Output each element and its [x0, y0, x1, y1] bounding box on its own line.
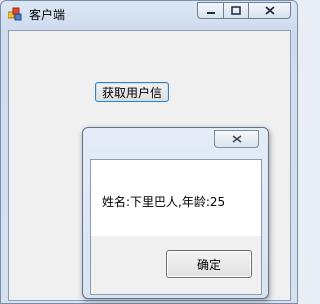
minimize-icon	[206, 11, 215, 14]
message-box-client: 姓名:下里巴人,年龄:25 确定	[90, 159, 262, 295]
minimize-button[interactable]	[197, 2, 223, 19]
title-bar[interactable]: 客户端	[1, 1, 297, 27]
close-button[interactable]	[248, 2, 291, 19]
maximize-icon	[231, 6, 241, 15]
app-icon	[8, 7, 22, 21]
message-box: 姓名:下里巴人,年龄:25 确定	[82, 127, 269, 299]
close-icon	[232, 135, 241, 143]
ok-button[interactable]: 确定	[166, 250, 252, 278]
window-title: 客户端	[29, 8, 66, 22]
get-user-info-button[interactable]: 获取用户信	[95, 82, 169, 102]
close-icon	[264, 6, 275, 15]
message-panel: 姓名:下里巴人,年龄:25	[91, 160, 261, 236]
caption-buttons	[197, 2, 291, 21]
message-text: 姓名:下里巴人,年龄:25	[102, 195, 226, 209]
message-box-close-button[interactable]	[214, 130, 259, 148]
maximize-button[interactable]	[223, 2, 248, 19]
